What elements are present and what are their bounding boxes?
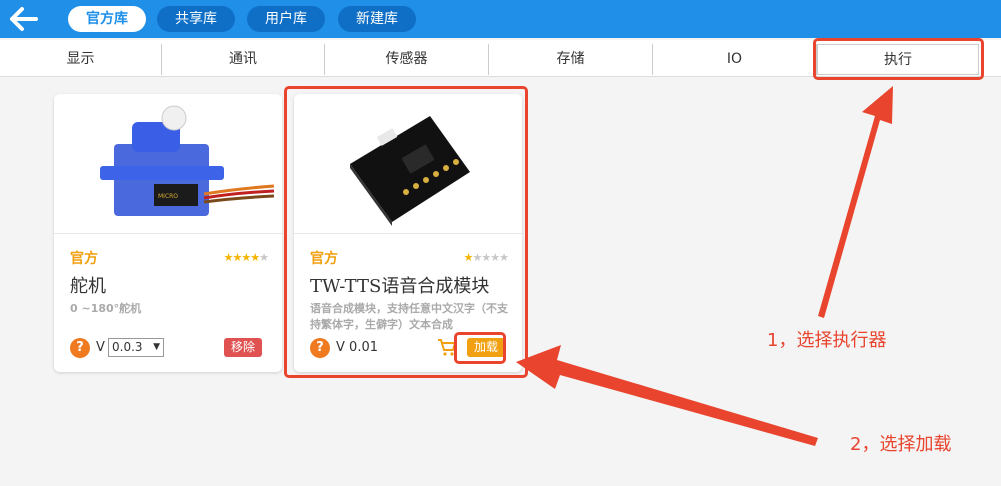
version-label: V [96,340,105,355]
version-select[interactable]: 0.0.3 ▼ [108,338,164,357]
official-badge: 官方 [70,251,98,267]
arrow-left-icon [516,345,818,446]
highlight-load-button [454,332,506,364]
version-value: 0.0.3 [112,340,143,354]
category-communication[interactable]: 通讯 [162,44,325,75]
arrow-up-icon [818,86,893,318]
library-card-servo: MICRO 官方 ★★★★★ 舵机 0 ~180°舵机 ? V 0.0.3 ▼ … [54,94,282,372]
tab-user-library[interactable]: 用户库 [247,6,325,32]
highlight-actuator-category [813,38,984,80]
annotation-step1: 1，选择执行器 [767,330,887,351]
category-io[interactable]: IO [653,44,817,75]
remove-button[interactable]: 移除 [224,338,262,357]
annotation-step2: 2，选择加载 [850,434,952,455]
help-icon[interactable]: ? [70,338,90,358]
servo-image: MICRO [54,94,282,234]
category-storage[interactable]: 存储 [489,44,653,75]
top-bar: 官方库 共享库 用户库 新建库 [0,0,1001,38]
tab-shared-library[interactable]: 共享库 [157,6,235,32]
category-display[interactable]: 显示 [0,44,162,75]
rating-stars: ★★★★★ [223,251,269,264]
chevron-down-icon: ▼ [153,342,160,352]
library-description: 0 ~180°舵机 [70,302,142,315]
tab-new-library[interactable]: 新建库 [338,6,416,32]
category-sensor[interactable]: 传感器 [325,44,489,75]
library-name: 舵机 [70,276,106,297]
svg-text:MICRO: MICRO [158,193,178,200]
tab-official-library[interactable]: 官方库 [68,6,146,32]
arrow-left-icon[interactable] [8,5,38,33]
